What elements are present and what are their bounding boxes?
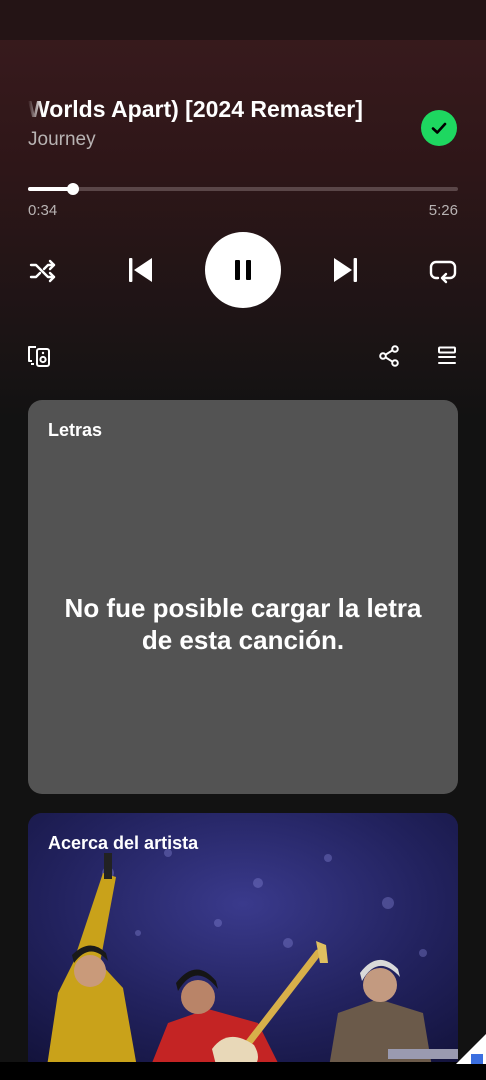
shuffle-button[interactable]: [26, 254, 60, 288]
liked-check-icon[interactable]: [421, 110, 457, 146]
elapsed-time: 0:34: [28, 202, 58, 219]
repeat-icon: [429, 260, 457, 284]
total-duration: 5:26: [428, 202, 458, 219]
previous-button[interactable]: [123, 253, 157, 287]
pause-icon: [235, 260, 251, 280]
lyrics-card[interactable]: Letras No fue posible cargar la letra de…: [28, 400, 458, 794]
lyrics-heading: Letras: [48, 420, 103, 440]
now-playing-screen: Worlds Apart) [2024 Remaster] Journey 0:…: [0, 0, 486, 1080]
status-bar: [0, 0, 486, 40]
about-artist-heading: Acerca del artista: [48, 833, 199, 853]
queue-button[interactable]: [433, 342, 461, 370]
navigation-bar: [0, 1062, 486, 1080]
connect-devices-icon: [28, 346, 50, 367]
track-title[interactable]: Worlds Apart) [2024 Remaster]: [28, 96, 388, 123]
track-artist[interactable]: Journey: [28, 129, 96, 151]
shuffle-icon: [29, 259, 56, 283]
checkmark-icon: [431, 122, 447, 134]
skip-next-icon: [334, 258, 357, 282]
about-artist-card[interactable]: Acerca del artista: [28, 813, 458, 1073]
progress-bar[interactable]: [28, 183, 458, 195]
skip-previous-icon: [129, 258, 152, 282]
pause-button[interactable]: [205, 232, 281, 308]
progress-thumb[interactable]: [67, 183, 80, 195]
share-icon: [379, 345, 399, 367]
lyrics-error-message: No fue posible cargar la letra de esta c…: [64, 593, 422, 655]
next-button[interactable]: [329, 253, 363, 287]
queue-icon: [438, 346, 456, 364]
repeat-button[interactable]: [426, 254, 460, 288]
connect-devices-button[interactable]: [25, 342, 53, 370]
corner-badge-icon: [456, 1034, 486, 1064]
share-button[interactable]: [375, 342, 403, 370]
